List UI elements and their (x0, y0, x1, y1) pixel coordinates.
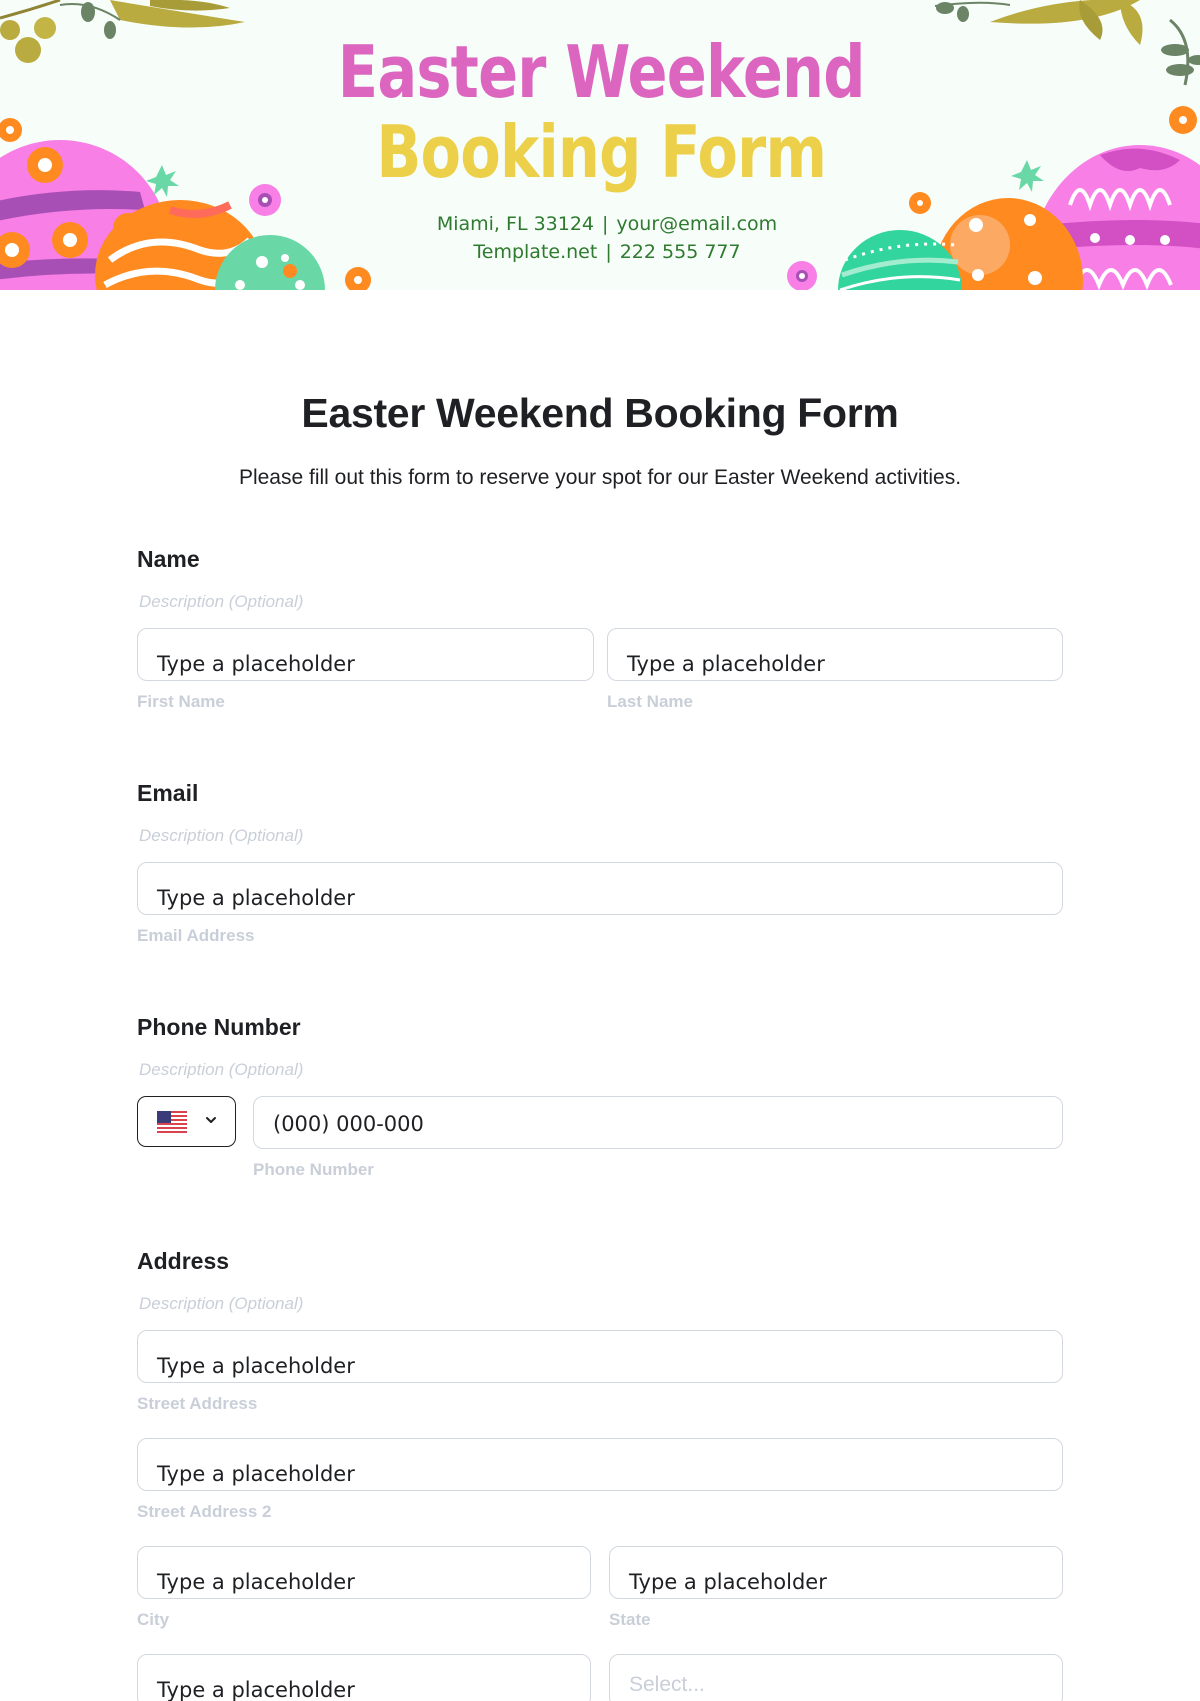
first-name-helper: First Name (137, 692, 225, 711)
form-subtitle: Please fill out this form to reserve you… (238, 466, 962, 489)
city-placeholder: Type a placeholder (157, 1570, 355, 1594)
last-name-helper: Last Name (607, 692, 693, 711)
banner-contact-line2: Template.net | 222 555 777 (0, 241, 1200, 263)
last-name-placeholder: Type a placeholder (627, 652, 825, 676)
first-name-input[interactable]: Type a placeholder (137, 628, 594, 681)
phone-description: Description (Optional) (139, 1060, 304, 1079)
email-helper: Email Address (137, 926, 255, 945)
name-label: Name (137, 546, 200, 572)
first-name-placeholder: Type a placeholder (157, 652, 355, 676)
banner-phone: 222 555 777 (619, 241, 741, 263)
street-address-input[interactable]: Type a placeholder (137, 1330, 1063, 1383)
address-label: Address (137, 1248, 230, 1274)
zip-input[interactable]: Type a placeholder (137, 1654, 591, 1701)
state-input[interactable]: Type a placeholder (609, 1546, 1063, 1599)
phone-input[interactable]: (000) 000-000 (253, 1096, 1063, 1149)
form-title: Easter Weekend Booking Form (301, 390, 899, 436)
street-address-2-placeholder: Type a placeholder (157, 1462, 355, 1486)
banner-email: your@email.com (616, 213, 778, 235)
address-description: Description (Optional) (139, 1294, 304, 1313)
us-flag-icon (157, 1111, 187, 1133)
email-description: Description (Optional) (139, 826, 304, 845)
banner-address: Miami, FL 33124 (436, 213, 595, 235)
email-placeholder: Type a placeholder (157, 886, 355, 910)
state-helper: State (609, 1610, 651, 1629)
email-label: Email (137, 780, 199, 806)
chevron-down-icon (206, 1117, 216, 1123)
header-banner: Easter Weekend Booking Form Miami, FL 33… (0, 0, 1200, 290)
phone-label: Phone Number (137, 1014, 301, 1040)
email-input[interactable]: Type a placeholder (137, 862, 1063, 915)
banner-contact-line1: Miami, FL 33124 | your@email.com (0, 213, 1200, 235)
country-select[interactable]: Select... (609, 1654, 1063, 1701)
banner-title-line2: Booking Form (376, 110, 827, 194)
last-name-input[interactable]: Type a placeholder (607, 628, 1063, 681)
country-select-placeholder: Select... (629, 1673, 705, 1696)
city-input[interactable]: Type a placeholder (137, 1546, 591, 1599)
phone-placeholder: (000) 000-000 (273, 1112, 424, 1136)
banner-website: Template.net (473, 241, 598, 263)
country-code-select[interactable] (137, 1096, 236, 1147)
street-address-2-input[interactable]: Type a placeholder (137, 1438, 1063, 1491)
street-address-helper: Street Address (137, 1394, 258, 1413)
banner-title-line1: Easter Weekend (337, 30, 866, 114)
separator: | (602, 213, 609, 235)
phone-helper: Phone Number (253, 1160, 374, 1179)
city-helper: City (137, 1610, 170, 1629)
street-address-2-helper: Street Address 2 (137, 1502, 272, 1521)
zip-placeholder: Type a placeholder (157, 1678, 355, 1701)
separator: | (605, 241, 612, 263)
state-placeholder: Type a placeholder (629, 1570, 827, 1594)
street-address-placeholder: Type a placeholder (157, 1354, 355, 1378)
name-description: Description (Optional) (139, 592, 304, 611)
